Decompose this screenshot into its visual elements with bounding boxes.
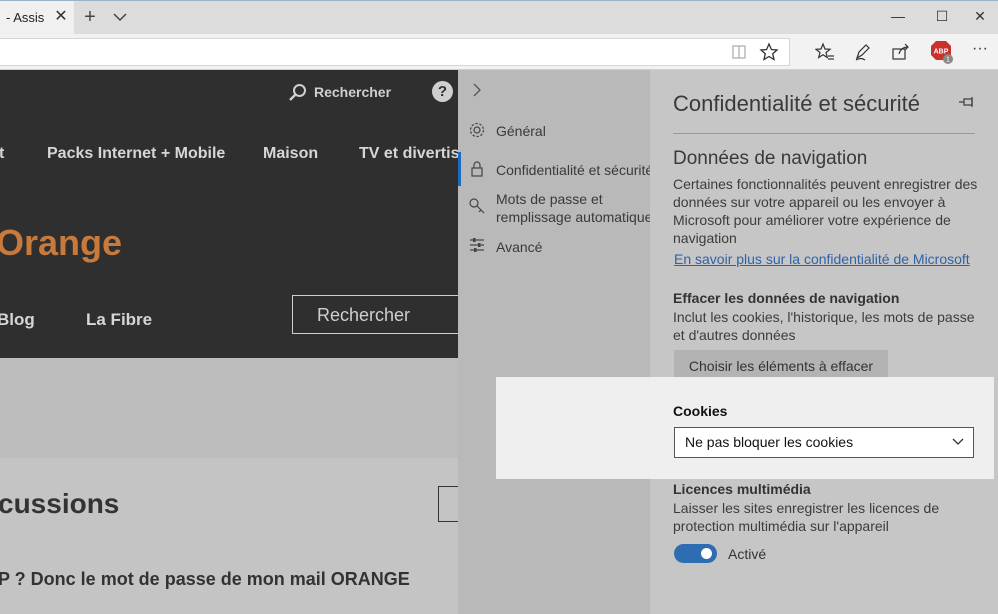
browsing-data-heading: Données de navigation: [673, 148, 868, 169]
favorite-star-icon[interactable]: [759, 42, 779, 67]
maximize-button[interactable]: ☐: [932, 6, 952, 26]
page-button-partial[interactable]: [438, 486, 458, 522]
browsing-data-desc-1: Certaines fonctionnalités peuvent enregi…: [673, 176, 978, 192]
settings-nav-passwords-line2[interactable]: remplissage automatique: [496, 209, 652, 225]
media-toggle-label: Activé: [728, 546, 767, 562]
page-search-input[interactable]: Rechercher: [292, 295, 472, 334]
nav-item-partial[interactable]: t: [0, 145, 4, 163]
orange-logo[interactable]: Orange: [0, 222, 122, 264]
title-divider: [673, 133, 975, 134]
close-window-button[interactable]: ✕: [970, 6, 990, 26]
chevron-right-icon[interactable]: [470, 82, 484, 103]
settings-nav-general[interactable]: Général: [496, 123, 546, 139]
media-desc-2: protection multimédia sur l'appareil: [673, 518, 889, 534]
lock-icon: [468, 160, 486, 178]
settings-nav-advanced[interactable]: Avancé: [496, 239, 542, 255]
help-icon[interactable]: ?: [432, 81, 453, 102]
key-icon: [468, 197, 486, 215]
favorites-hub-icon[interactable]: [814, 42, 835, 62]
pen-icon[interactable]: [853, 42, 873, 62]
settings-nav-privacy[interactable]: Confidentialité et sécurité: [496, 162, 653, 178]
post-title[interactable]: P ? Donc le mot de passe de mon mail ORA…: [0, 569, 410, 590]
nav-item-maison[interactable]: Maison: [263, 145, 318, 163]
clear-data-heading: Effacer les données de navigation: [673, 290, 900, 306]
media-desc-1: Laisser les sites enregistrer les licenc…: [673, 500, 940, 516]
chevron-down-icon[interactable]: [110, 7, 130, 27]
clear-data-desc-2: et d'autres données: [673, 327, 796, 343]
new-tab-button[interactable]: +: [80, 6, 100, 28]
chevron-down-icon: [951, 435, 965, 449]
page-search-link[interactable]: Rechercher: [314, 84, 391, 100]
reading-view-icon[interactable]: [731, 44, 747, 65]
more-icon[interactable]: ···: [968, 40, 992, 60]
tab-title: - Assist: [6, 10, 44, 25]
toggle-knob: [701, 548, 712, 559]
cookies-label: Cookies: [673, 403, 728, 419]
settings-nav-passwords[interactable]: Mots de passe et: [496, 191, 603, 207]
pin-icon[interactable]: [958, 94, 976, 115]
discussions-heading: cussions: [0, 488, 120, 519]
page-discussions: cussions P ? Donc le mot de passe de mon…: [0, 458, 458, 614]
toolbar: ABP 1 ···: [0, 34, 998, 70]
close-tab-icon[interactable]: ✕: [52, 6, 70, 28]
search-icon[interactable]: [288, 83, 308, 108]
browsing-data-desc-3: Microsoft pour améliorer votre expérienc…: [673, 212, 951, 228]
clear-data-desc-1: Inclut les cookies, l'historique, les mo…: [673, 309, 975, 325]
browsing-data-desc-4: navigation: [673, 230, 737, 246]
adblock-icon[interactable]: ABP 1: [930, 40, 954, 64]
browsing-data-desc-2: données sur votre appareil ou les envoye…: [673, 194, 946, 210]
media-toggle[interactable]: [674, 544, 717, 563]
share-icon[interactable]: [891, 42, 911, 62]
abp-count: 1: [946, 57, 950, 64]
settings-title: Confidentialité et sécurité: [673, 91, 921, 116]
media-heading: Licences multimédia: [673, 481, 811, 497]
title-bar: - Assist ✕ + — ☐ ✕: [0, 0, 998, 35]
address-bar[interactable]: [0, 38, 790, 66]
cookies-select[interactable]: Ne pas bloquer les cookies: [674, 427, 974, 458]
browser-tab[interactable]: - Assist ✕: [0, 1, 74, 35]
settings-nav-pane: [458, 70, 650, 614]
subnav-blog[interactable]: Blog: [0, 310, 35, 330]
sliders-icon: [468, 236, 486, 254]
page-search-placeholder: Rechercher: [317, 305, 411, 325]
subnav-fibre[interactable]: La Fibre: [86, 310, 152, 330]
selected-indicator: [458, 152, 461, 186]
privacy-link[interactable]: En savoir plus sur la confidentialité de…: [674, 251, 970, 267]
minimize-button[interactable]: —: [888, 6, 908, 26]
nav-item-tv[interactable]: TV et divertiss: [359, 145, 458, 163]
nav-item-packs[interactable]: Packs Internet + Mobile: [47, 145, 225, 163]
gear-icon: [468, 121, 486, 139]
cookies-select-value: Ne pas bloquer les cookies: [685, 434, 854, 450]
